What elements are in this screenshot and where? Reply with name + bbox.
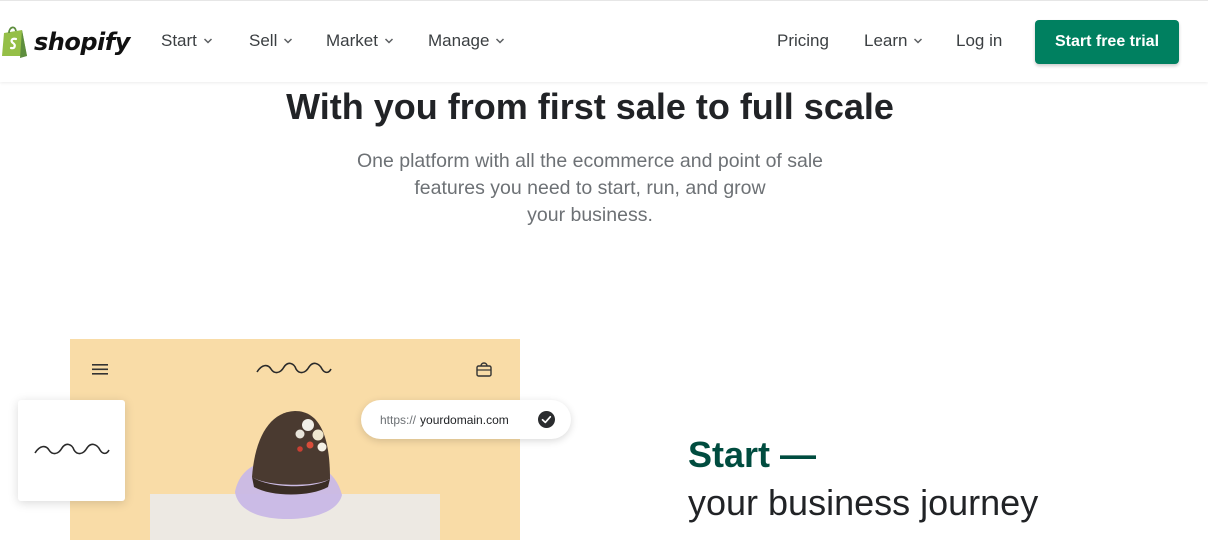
nav-pricing-link[interactable]: Pricing xyxy=(777,31,829,51)
hero-subtitle: One platform with all the ecommerce and … xyxy=(340,148,840,229)
hero-subtitle-line: features you need to start, run, and gro… xyxy=(414,177,766,199)
section-subtitle: your business journey xyxy=(688,482,1039,523)
nav-manage-label: Manage xyxy=(428,31,490,50)
nav-start-label: Start xyxy=(161,31,197,50)
hero-subtitle-line: One platform with all the ecommerce and … xyxy=(356,150,824,172)
nav-market-menu[interactable]: Market xyxy=(326,31,394,51)
nav-login-link[interactable]: Log in xyxy=(956,31,1002,51)
brand-name: shopify xyxy=(34,28,130,56)
nav-start-menu[interactable]: Start xyxy=(161,31,213,51)
checkmark-icon xyxy=(538,411,555,428)
nav-manage-menu[interactable]: Manage xyxy=(428,31,505,51)
nav-sell-label: Sell xyxy=(249,31,278,50)
section-title: Start — xyxy=(688,434,816,476)
chevron-down-icon xyxy=(203,38,212,44)
domain-url-pill: https:// yourdomain.com xyxy=(361,400,571,439)
nav-login-label: Log in xyxy=(956,31,1003,50)
hamburger-menu-icon xyxy=(92,364,108,375)
section-title-dash: — xyxy=(780,434,817,475)
shopify-logo[interactable]: shopify xyxy=(0,23,130,61)
chevron-down-icon xyxy=(914,38,923,44)
hero-title: With you from first sale to full scale xyxy=(286,86,894,127)
nav-market-label: Market xyxy=(326,31,378,50)
nav-pricing-label: Pricing xyxy=(777,31,829,50)
nav-sell-menu[interactable]: Sell xyxy=(249,31,293,51)
chevron-down-icon xyxy=(284,38,293,44)
url-protocol: https:// xyxy=(380,412,417,427)
hero-subtitle-line: your business. xyxy=(527,204,653,226)
storefront-illustration xyxy=(70,339,520,540)
wave-logo-icon xyxy=(256,362,332,374)
top-navigation-bar: shopify Start Sell Market Manage Pricing… xyxy=(0,0,1208,82)
chevron-down-icon xyxy=(384,38,393,44)
url-domain: yourdomain.com xyxy=(420,412,509,427)
chevron-down-icon xyxy=(496,38,505,44)
bucket-hat-image xyxy=(235,411,342,519)
section-title-text: Start xyxy=(688,434,771,475)
shopify-bag-icon xyxy=(2,26,27,58)
nav-learn-menu[interactable]: Learn xyxy=(864,31,923,51)
wave-logo-icon xyxy=(34,443,110,455)
start-free-trial-button[interactable]: Start free trial xyxy=(1035,20,1179,64)
logo-preview-card xyxy=(18,400,125,501)
nav-learn-label: Learn xyxy=(864,31,908,50)
shopping-bag-icon xyxy=(476,362,492,377)
